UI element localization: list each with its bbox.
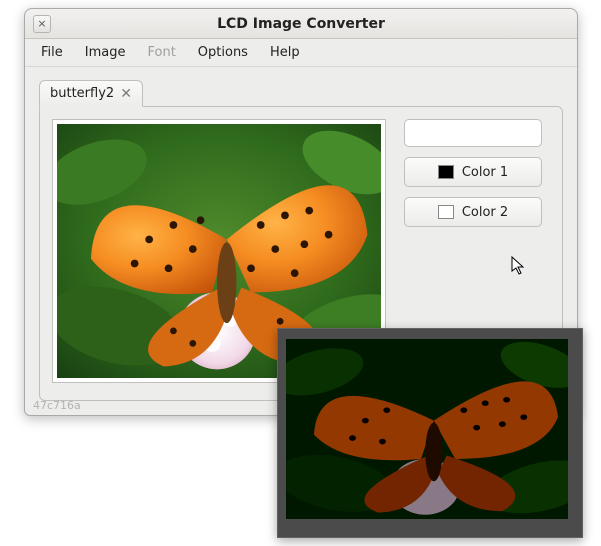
zoom-input[interactable] <box>405 120 542 146</box>
menu-file[interactable]: File <box>31 41 73 64</box>
menubar: File Image Font Options Help <box>25 39 577 67</box>
status-text: 47c716a <box>33 399 81 412</box>
color1-label: Color 1 <box>462 165 508 180</box>
menu-help[interactable]: Help <box>260 41 310 64</box>
lcd-device-photo <box>277 328 583 538</box>
menu-font: Font <box>137 41 185 64</box>
zoom-spinner[interactable]: ▲ ▼ <box>404 119 542 147</box>
side-controls: ▲ ▼ Color 1 Color 2 <box>404 119 542 227</box>
tab-row: butterfly2 ✕ <box>39 77 563 107</box>
menu-options[interactable]: Options <box>188 41 258 64</box>
close-icon: × <box>37 17 46 30</box>
titlebar: × LCD Image Converter <box>25 9 577 39</box>
lcd-image <box>286 339 568 519</box>
window-close-button[interactable]: × <box>33 15 51 33</box>
lcd-screen <box>286 339 568 519</box>
color2-label: Color 2 <box>462 205 508 220</box>
tab-label: butterfly2 <box>50 86 114 101</box>
color1-swatch-icon <box>438 165 454 179</box>
menu-image[interactable]: Image <box>75 41 136 64</box>
tab-close-icon[interactable]: ✕ <box>120 87 132 101</box>
color2-swatch-icon <box>438 205 454 219</box>
window-title: LCD Image Converter <box>25 16 577 32</box>
color2-button[interactable]: Color 2 <box>404 197 542 227</box>
tab-butterfly2[interactable]: butterfly2 ✕ <box>39 80 143 107</box>
color1-button[interactable]: Color 1 <box>404 157 542 187</box>
